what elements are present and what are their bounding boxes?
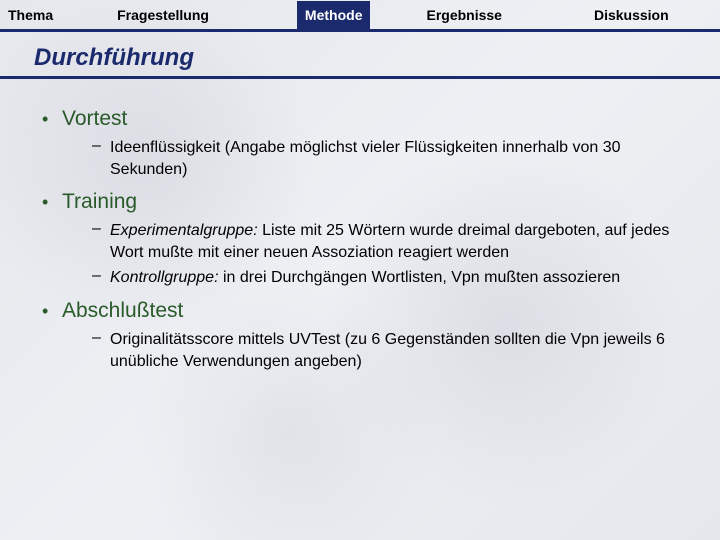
tab-thema[interactable]: Thema: [0, 1, 61, 29]
dash-icon: –: [92, 220, 110, 263]
dash-icon: –: [92, 267, 110, 289]
nav-tabs: Thema Fragestellung Methode Ergebnisse D…: [0, 0, 720, 32]
bullet-vortest: • Vortest – Ideenflüssigkeit (Angabe mög…: [40, 107, 680, 180]
content-area: • Vortest – Ideenflüssigkeit (Angabe mög…: [0, 79, 720, 372]
dash-icon: –: [92, 137, 110, 180]
dash-icon: –: [92, 329, 110, 372]
section-title: Durchführung: [0, 32, 720, 79]
bullet-icon: •: [40, 301, 62, 322]
bullet-training: • Training – Experimentalgruppe: Liste m…: [40, 190, 680, 289]
tab-diskussion[interactable]: Diskussion: [586, 1, 677, 29]
sub-item: – Ideenflüssigkeit (Angabe möglichst vie…: [92, 137, 680, 180]
tab-methode[interactable]: Methode: [297, 1, 371, 29]
bullet-abschlusstest: • Abschlußtest – Originalitätsscore mitt…: [40, 299, 680, 372]
sub-item: – Experimentalgruppe: Liste mit 25 Wörte…: [92, 220, 680, 263]
bullet-label: Training: [62, 190, 137, 214]
sub-text: Originalitätsscore mittels UVTest (zu 6 …: [110, 329, 680, 372]
bullet-label: Vortest: [62, 107, 127, 131]
sub-text: Experimentalgruppe: Liste mit 25 Wörtern…: [110, 220, 680, 263]
bullet-label: Abschlußtest: [62, 299, 183, 323]
sub-text: Kontrollgruppe: in drei Durchgängen Wort…: [110, 267, 620, 289]
bullet-icon: •: [40, 109, 62, 130]
bullet-icon: •: [40, 192, 62, 213]
tab-ergebnisse[interactable]: Ergebnisse: [418, 1, 509, 29]
sub-text: Ideenflüssigkeit (Angabe möglichst viele…: [110, 137, 680, 180]
tab-fragestellung[interactable]: Fragestellung: [109, 1, 217, 29]
sub-item: – Kontrollgruppe: in drei Durchgängen Wo…: [92, 267, 680, 289]
sub-item: – Originalitätsscore mittels UVTest (zu …: [92, 329, 680, 372]
